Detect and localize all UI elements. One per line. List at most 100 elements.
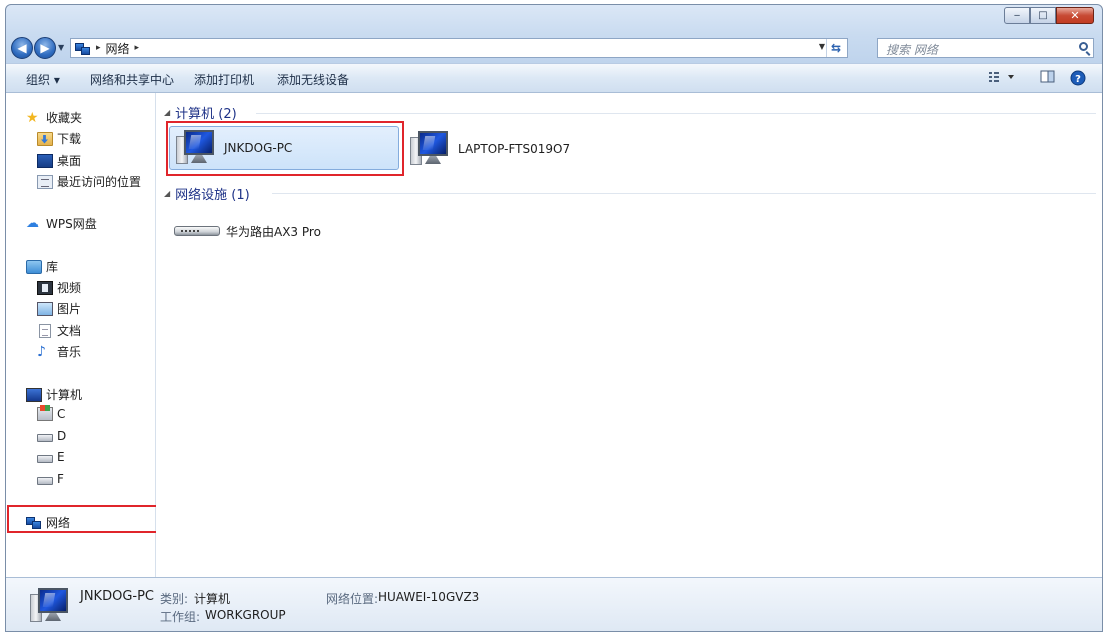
sidebar-item-libraries[interactable]: 库: [26, 258, 58, 275]
sidebar-item-desktop[interactable]: 桌面: [37, 152, 81, 169]
pictures-icon: [37, 301, 53, 316]
sidebar-item-computer[interactable]: 计算机: [26, 386, 82, 403]
group-header-computers[interactable]: ◢ 计算机 (2): [164, 103, 237, 122]
sidebar-item-label: F: [57, 472, 64, 486]
music-note-icon: ♪: [37, 343, 46, 360]
explorer-window: ‒ □ ✕ ◀ ▶ ▼ ▸ 网络 ▸ ▼ ⇆ 搜索 网络 组织 ▾ 网络和共享中…: [5, 4, 1103, 632]
video-icon: [37, 280, 53, 295]
address-history-dropdown[interactable]: ▼: [819, 42, 825, 51]
sidebar-item-label: 图片: [57, 302, 82, 316]
command-bar: 组织 ▾ 网络和共享中心 添加打印机 添加无线设备 ?: [6, 63, 1102, 93]
add-printer-button[interactable]: 添加打印机: [194, 71, 254, 88]
details-category-label: 类别:: [160, 592, 189, 606]
library-icon: [26, 259, 42, 274]
breadcrumb-network[interactable]: 网络: [106, 40, 130, 57]
group-divider: [272, 193, 1096, 194]
network-icon: [75, 42, 91, 55]
hard-drive-icon: [37, 476, 53, 485]
system-drive-icon: [37, 405, 53, 421]
minimize-icon: ‒: [1013, 9, 1021, 21]
chevron-right-icon[interactable]: ▸: [96, 43, 101, 53]
address-row: ◀ ▶ ▼ ▸ 网络 ▸ ▼ ⇆ 搜索 网络: [6, 37, 1102, 63]
details-workgroup-label: 工作组:: [160, 610, 201, 624]
minimize-button[interactable]: ‒: [1004, 7, 1030, 24]
sidebar-item-downloads[interactable]: 下载: [37, 130, 81, 147]
content-pane: ◢ 计算机 (2) JNKDOG-PC LAPTOP-FTS019O7 ◢ 网络设施…: [156, 93, 1102, 577]
sidebar-item-label: 收藏夹: [46, 111, 83, 125]
router-icon: [174, 223, 220, 239]
computer-icon: [410, 131, 450, 167]
group-header-label: 网络设施 (1): [175, 188, 250, 203]
sidebar-item-documents[interactable]: 文档: [37, 322, 81, 339]
address-bar[interactable]: ▸ 网络 ▸ ▼ ⇆: [70, 38, 848, 58]
sidebar-item-recent-places[interactable]: 最近访问的位置: [37, 173, 141, 190]
arrow-left-icon: ◀: [17, 41, 27, 55]
preview-pane-icon: [1040, 70, 1055, 83]
svg-text:?: ?: [1075, 74, 1081, 85]
highlight-box-computer: [166, 121, 404, 176]
sidebar-item-drive-d[interactable]: D: [37, 429, 66, 443]
device-name: 华为路由AX3 Pro: [226, 224, 321, 239]
close-button[interactable]: ✕: [1056, 7, 1094, 24]
maximize-button[interactable]: □: [1030, 7, 1056, 24]
view-list-icon: [989, 72, 1014, 82]
sidebar-item-drive-c[interactable]: C: [37, 405, 66, 421]
sidebar-item-label: 计算机: [46, 388, 83, 402]
sidebar-item-label: 库: [46, 260, 59, 274]
search-input[interactable]: 搜索 网络: [877, 38, 1094, 58]
sidebar-item-label: C: [57, 407, 66, 421]
sidebar-item-drive-f[interactable]: F: [37, 472, 64, 486]
search-placeholder: 搜索 网络: [886, 43, 938, 57]
group-divider: [256, 113, 1096, 114]
refresh-icon: ⇆: [830, 41, 842, 55]
highlight-box-network: [7, 505, 160, 533]
close-icon: ✕: [1070, 9, 1080, 22]
sidebar-item-label: 桌面: [57, 154, 82, 168]
sidebar-item-favorites[interactable]: ★ 收藏夹: [26, 109, 82, 126]
sidebar-item-drive-e[interactable]: E: [37, 450, 65, 464]
sidebar-item-label: 最近访问的位置: [57, 175, 142, 189]
add-wireless-device-button[interactable]: 添加无线设备: [277, 71, 349, 88]
organize-menu[interactable]: 组织 ▾: [26, 71, 60, 88]
router-tile[interactable]: 华为路由AX3 Pro: [174, 219, 394, 243]
details-name: JNKDOG-PC: [80, 589, 155, 604]
details-workgroup-value: WORKGROUP: [205, 608, 286, 622]
sidebar-item-music[interactable]: ♪ 音乐: [37, 343, 81, 360]
sidebar-item-label: D: [57, 429, 67, 443]
computer-tile-laptop[interactable]: LAPTOP-FTS019O7: [410, 129, 630, 169]
group-header-infrastructure[interactable]: ◢ 网络设施 (1): [164, 184, 250, 203]
refresh-button[interactable]: ⇆: [826, 39, 845, 57]
arrow-right-icon: ▶: [40, 41, 50, 55]
sidebar-item-videos[interactable]: 视频: [37, 279, 81, 296]
collapse-triangle-icon: ◢: [164, 189, 171, 198]
chevron-right-icon[interactable]: ▸: [135, 43, 140, 53]
details-network-location-value: HUAWEI-10GVZ3: [378, 590, 480, 604]
hard-drive-icon: [37, 454, 53, 463]
caption-buttons: ‒ □ ✕: [1004, 7, 1094, 24]
sidebar-item-label: WPS网盘: [46, 217, 97, 231]
star-icon: ★: [26, 109, 39, 126]
sidebar-item-pictures[interactable]: 图片: [37, 300, 81, 317]
view-options-button[interactable]: [988, 70, 1018, 87]
sidebar-item-label: E: [57, 450, 65, 464]
search-icon[interactable]: [1079, 42, 1088, 51]
preview-pane-button[interactable]: [1040, 70, 1056, 87]
sidebar-item-wps-drive[interactable]: ☁ WPS网盘: [26, 215, 97, 232]
recent-pages-dropdown[interactable]: ▼: [58, 43, 64, 52]
sidebar-item-label: 音乐: [57, 345, 82, 359]
cloud-icon: ☁: [26, 215, 39, 231]
desktop-icon: [37, 153, 53, 168]
help-button[interactable]: ?: [1070, 70, 1086, 89]
forward-button[interactable]: ▶: [34, 37, 56, 59]
back-button[interactable]: ◀: [11, 37, 33, 59]
maximize-icon: □: [1038, 9, 1048, 21]
recent-places-icon: [37, 174, 53, 189]
downloads-folder-icon: [37, 131, 53, 146]
navigation-pane: ★ 收藏夹 下载 桌面 最近访问的位置 ☁ WPS网盘 库 视频 图片 文档 ♪ 音乐: [6, 93, 160, 577]
sidebar-item-label: 视频: [57, 281, 82, 295]
details-category-value: 计算机: [194, 592, 231, 606]
network-sharing-center-button[interactable]: 网络和共享中心: [90, 71, 174, 88]
computer-icon: [26, 387, 42, 402]
collapse-triangle-icon: ◢: [164, 108, 171, 117]
computer-icon: [30, 588, 70, 624]
